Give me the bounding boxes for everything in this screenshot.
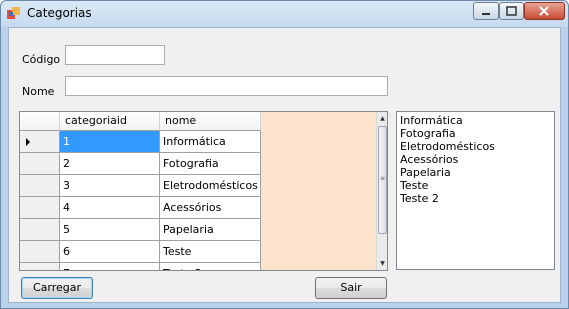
list-item[interactable]: Acessórios (400, 153, 551, 166)
categories-listbox[interactable]: Informática Fotografia Eletrodomésticos Ace… (396, 111, 555, 270)
form-client-area: Código Nome categoriaid nome 1 Informátic… (8, 27, 561, 303)
carregar-button[interactable]: Carregar (21, 277, 93, 299)
grid-corner-header (20, 112, 60, 131)
list-item[interactable]: Fotografia (400, 127, 551, 140)
list-item[interactable]: Informática (400, 114, 551, 127)
nome-label: Nome (22, 85, 55, 98)
table-row[interactable]: 3 Eletrodomésticos (20, 175, 261, 197)
cell-categoriaid[interactable]: 2 (60, 153, 160, 175)
minimize-icon (482, 13, 490, 15)
row-header[interactable] (20, 197, 60, 219)
scroll-up-arrow-icon[interactable]: ▲ (377, 112, 387, 125)
row-header[interactable] (20, 175, 60, 197)
close-button[interactable] (524, 2, 565, 20)
codigo-label: Código (22, 53, 61, 66)
row-header[interactable] (20, 219, 60, 241)
cell-nome[interactable]: Eletrodomésticos (160, 175, 261, 197)
scroll-down-arrow-icon[interactable]: ▼ (377, 257, 387, 270)
title-bar[interactable]: Categorias (1, 1, 568, 27)
main-window: Categorias Código Nome categoriaid nome … (0, 0, 569, 309)
cell-categoriaid[interactable]: 5 (60, 219, 160, 241)
cell-categoriaid[interactable]: 1 (60, 131, 160, 153)
cell-nome[interactable]: Acessórios (160, 197, 261, 219)
datagrid-viewport: categoriaid nome 1 Informática 2 Fotografia… (20, 112, 376, 270)
list-item[interactable]: Teste 2 (400, 192, 551, 205)
list-item[interactable]: Eletrodomésticos (400, 140, 551, 153)
minimize-button[interactable] (473, 2, 499, 20)
cell-nome[interactable]: Fotografia (160, 153, 261, 175)
list-item[interactable]: Papelaria (400, 166, 551, 179)
nome-input[interactable] (65, 76, 388, 96)
list-item[interactable]: Teste (400, 179, 551, 192)
maximize-icon (506, 6, 517, 16)
cell-nome[interactable]: Informática (160, 131, 261, 153)
table-row[interactable]: 6 Teste (20, 241, 261, 263)
row-header[interactable] (20, 263, 60, 270)
window-title: Categorias (27, 6, 92, 20)
cell-nome[interactable]: Teste (160, 241, 261, 263)
close-icon (539, 6, 549, 16)
cell-categoriaid[interactable]: 7 (60, 263, 160, 270)
cell-categoriaid[interactable]: 3 (60, 175, 160, 197)
grid-vertical-scrollbar[interactable]: ▲ ≡ ▼ (376, 112, 387, 270)
row-header[interactable] (20, 153, 60, 175)
table-row[interactable]: 5 Papelaria (20, 219, 261, 241)
sair-button[interactable]: Sair (315, 277, 387, 299)
column-header-categoriaid[interactable]: categoriaid (60, 112, 160, 131)
cell-nome[interactable]: Teste 2 (160, 263, 261, 270)
table-row[interactable]: 7Teste 2 (20, 263, 261, 270)
table-row[interactable]: 1 Informática (20, 131, 261, 153)
scrollbar-thumb[interactable]: ≡ (378, 126, 387, 234)
table-row[interactable]: 4 Acessórios (20, 197, 261, 219)
categories-datagrid[interactable]: categoriaid nome 1 Informática 2 Fotografia… (19, 111, 388, 271)
cell-nome[interactable]: Papelaria (160, 219, 261, 241)
row-header[interactable] (20, 131, 60, 153)
cell-categoriaid[interactable]: 4 (60, 197, 160, 219)
app-form-icon (7, 7, 20, 19)
scrollbar-grip-icon: ≡ (380, 175, 386, 182)
current-row-arrow-icon (26, 138, 30, 146)
table-row[interactable]: 2 Fotografia (20, 153, 261, 175)
codigo-input[interactable] (65, 45, 165, 65)
row-header[interactable] (20, 241, 60, 263)
column-header-nome[interactable]: nome (160, 112, 261, 131)
cell-categoriaid[interactable]: 6 (60, 241, 160, 263)
maximize-button[interactable] (499, 2, 524, 20)
